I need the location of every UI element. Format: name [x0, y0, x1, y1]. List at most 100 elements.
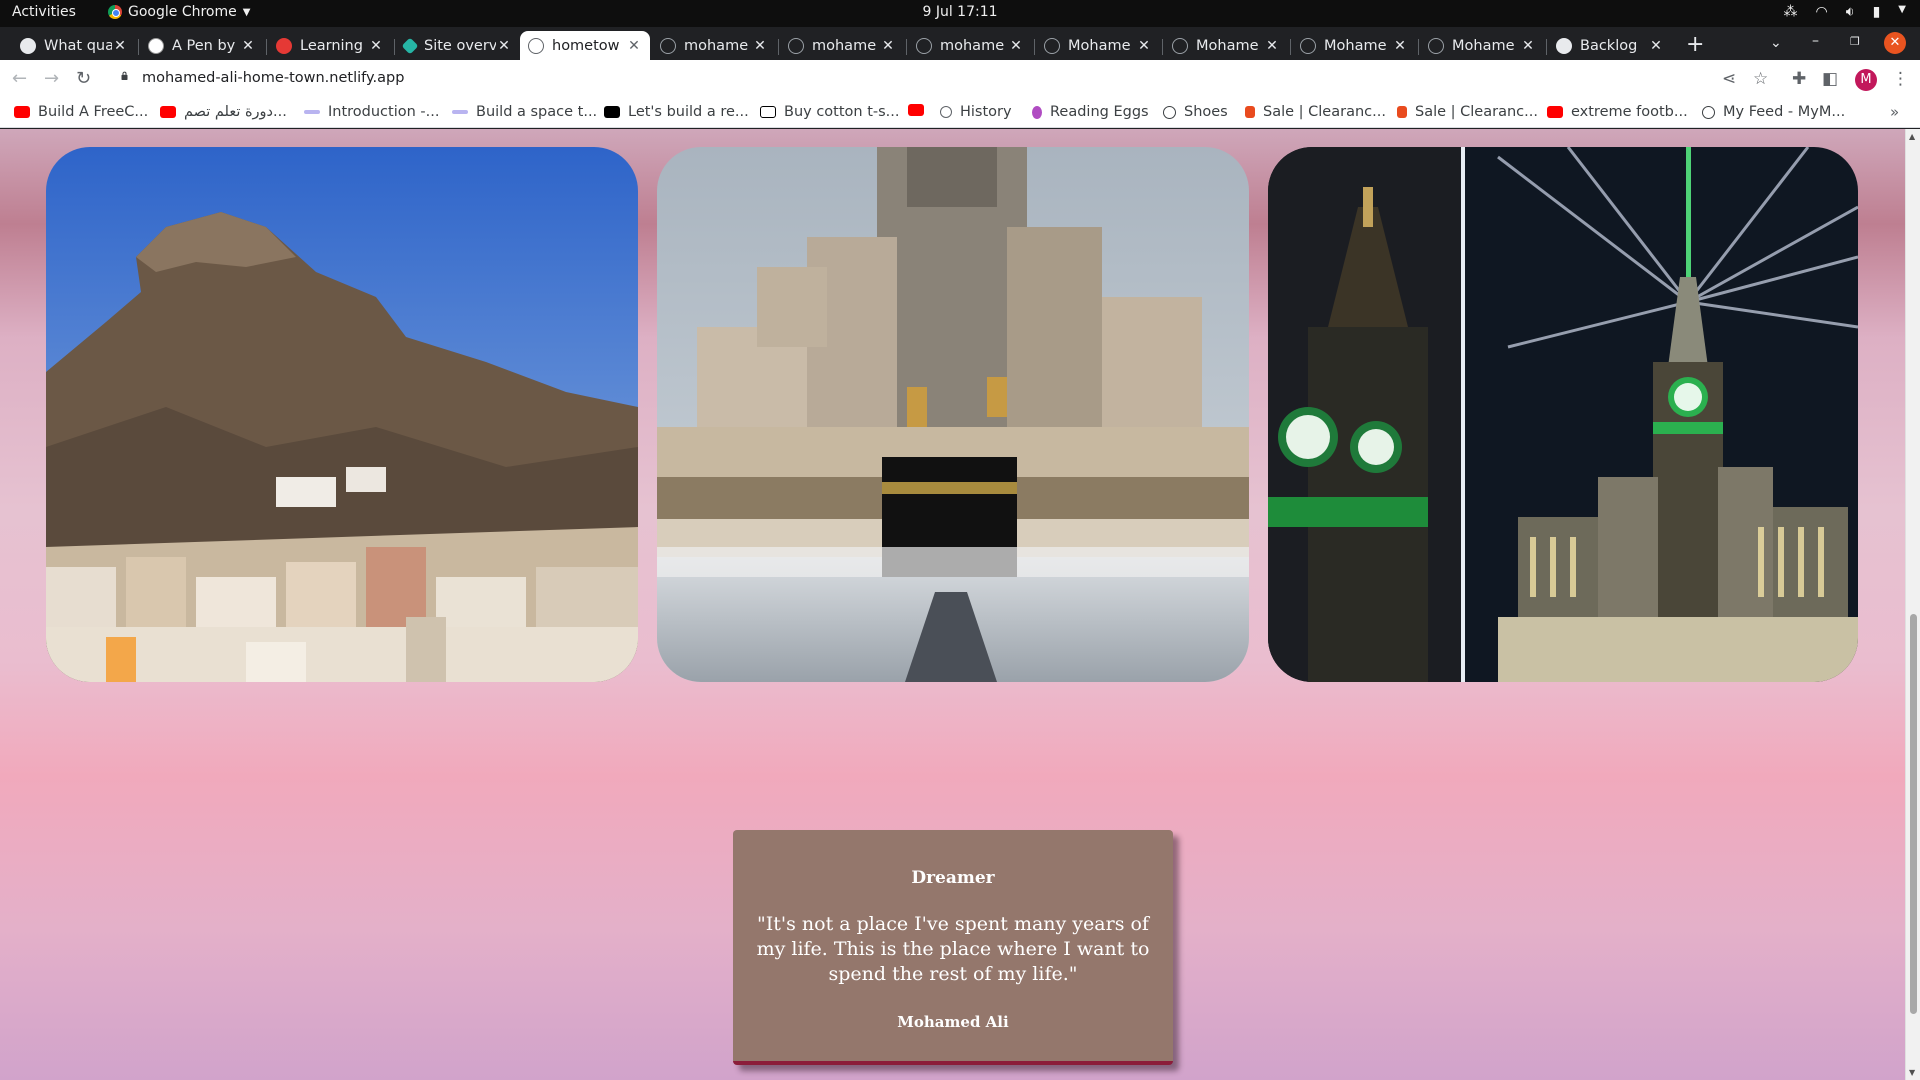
- tab-title: Mohame: [1196, 37, 1259, 54]
- globe-icon: [1702, 105, 1715, 119]
- bookmark-label: Reading Eggs: [1050, 104, 1149, 120]
- bookmark-item[interactable]: My Feed - MyM...: [1702, 104, 1845, 120]
- doc-icon: [304, 110, 320, 114]
- scroll-up-icon[interactable]: ▲: [1909, 132, 1915, 141]
- tab-close-icon[interactable]: ✕: [1008, 38, 1024, 54]
- kaaba-photo: [657, 147, 1249, 682]
- address-bar[interactable]: mohamed-ali-home-town.netlify.app: [112, 64, 1757, 94]
- minimize-icon[interactable]: –: [1812, 33, 1819, 49]
- bookmark-item[interactable]: Sale | Clearanc...: [1245, 104, 1386, 120]
- profile-avatar[interactable]: M: [1855, 69, 1877, 91]
- bookmark-item[interactable]: Buy cotton t-s...: [760, 104, 900, 120]
- app-menu[interactable]: Google Chrome ▼: [108, 4, 250, 20]
- tab-close-icon[interactable]: ✕: [1648, 38, 1664, 54]
- tab-close-icon[interactable]: ✕: [626, 38, 642, 54]
- bookmark-item[interactable]: Build A FreeC...: [14, 104, 148, 120]
- bookmark-label: Build A FreeC...: [38, 104, 149, 120]
- app-name: Google Chrome: [128, 4, 237, 20]
- youtube-icon: [14, 106, 30, 118]
- bookmark-item[interactable]: extreme footb...: [1547, 104, 1688, 120]
- battery-icon: ▮: [1872, 4, 1881, 20]
- bookmark-item[interactable]: Let's build a re...: [604, 104, 749, 120]
- globe-icon: [1172, 37, 1188, 54]
- browser-tab[interactable]: What qua ✕: [12, 31, 136, 60]
- tab-close-icon[interactable]: ✕: [1264, 38, 1280, 54]
- bookmark-label: Sale | Clearanc...: [1415, 104, 1538, 120]
- tab-title: A Pen by: [172, 37, 236, 54]
- bookmark-item[interactable]: Introduction -...: [304, 104, 439, 120]
- tab-close-icon[interactable]: ✕: [240, 38, 256, 54]
- volume-icon: 🔉︎: [1845, 4, 1855, 20]
- restore-icon[interactable]: ❐: [1850, 35, 1860, 48]
- bookmark-item[interactable]: Build a space t...: [452, 104, 597, 120]
- quote-heading: Dreamer: [911, 868, 995, 888]
- browser-tab[interactable]: Mohame ✕: [1420, 31, 1544, 60]
- tab-title: mohame: [684, 37, 749, 54]
- netlify-icon: [401, 37, 419, 54]
- globe-icon: [916, 37, 932, 54]
- tab-title: Learning: [300, 37, 363, 54]
- browser-tab[interactable]: hometow ✕: [520, 31, 650, 60]
- bookmark-label: Let's build a re...: [628, 104, 749, 120]
- browser-tab[interactable]: mohame ✕: [780, 31, 904, 60]
- system-tray[interactable]: ⁂ ◠ 🔉︎ ▮ ▼: [1784, 4, 1906, 20]
- share-icon[interactable]: ⋖: [1722, 69, 1736, 89]
- learning-icon: [276, 37, 292, 54]
- reload-icon[interactable]: ↻: [76, 68, 91, 89]
- tab-close-icon[interactable]: ✕: [112, 38, 128, 54]
- browser-tab[interactable]: Site overv ✕: [396, 31, 520, 60]
- browser-tab[interactable]: Backlog ✕: [1548, 31, 1672, 60]
- tab-separator: [138, 39, 139, 55]
- bookmark-item[interactable]: History: [940, 104, 1012, 120]
- browser-tab[interactable]: Learning ✕: [268, 31, 392, 60]
- lock-icon: [121, 71, 128, 80]
- tab-separator: [1162, 39, 1163, 55]
- back-icon[interactable]: ←: [12, 68, 27, 89]
- activities-button[interactable]: Activities: [12, 4, 76, 20]
- tab-title: Site overv: [424, 37, 496, 54]
- caret-down-icon: ▼: [242, 6, 251, 18]
- scrollbar-thumb[interactable]: [1910, 614, 1917, 1014]
- bookmark-item[interactable]: Sale | Clearanc...: [1397, 104, 1538, 120]
- more-bookmarks-icon[interactable]: »: [1890, 103, 1899, 121]
- codepen-icon: [148, 37, 164, 54]
- extensions-icon[interactable]: ✚: [1792, 69, 1806, 89]
- browser-tab[interactable]: mohame ✕: [908, 31, 1032, 60]
- page-scrollbar[interactable]: ▲ ▼: [1905, 129, 1920, 1080]
- bookmark-item[interactable]: [908, 104, 932, 116]
- browser-tab[interactable]: Mohame ✕: [1292, 31, 1416, 60]
- tab-close-icon[interactable]: ✕: [368, 38, 384, 54]
- bookmark-label: Build a space t...: [476, 104, 598, 120]
- browser-tab[interactable]: Mohame ✕: [1036, 31, 1160, 60]
- tab-close-icon[interactable]: ✕: [1136, 38, 1152, 54]
- bookmark-item[interactable]: Shoes: [1163, 104, 1228, 120]
- bookmark-label: دورة تعلم تصم...: [184, 104, 287, 120]
- menu-kebab-icon[interactable]: ⋮: [1892, 69, 1909, 89]
- youtube-icon: [1547, 106, 1563, 118]
- window-close-icon[interactable]: ✕: [1884, 32, 1906, 54]
- browser-tab[interactable]: Mohame ✕: [1164, 31, 1288, 60]
- tab-close-icon[interactable]: ✕: [880, 38, 896, 54]
- bookmark-label: Introduction -...: [328, 104, 440, 120]
- forward-icon[interactable]: →: [44, 68, 59, 89]
- browser-tab[interactable]: mohame ✕: [652, 31, 776, 60]
- page-viewport: Dreamer "It's not a place I've spent man…: [0, 129, 1905, 1080]
- bookmark-item[interactable]: دورة تعلم تصم...: [160, 104, 287, 120]
- browser-tab[interactable]: A Pen by ✕: [140, 31, 264, 60]
- bookmark-star-icon[interactable]: ☆: [1753, 69, 1768, 89]
- github-icon: [20, 37, 36, 54]
- scroll-down-icon[interactable]: ▼: [1909, 1068, 1915, 1077]
- new-tab-button[interactable]: +: [1686, 34, 1704, 56]
- clock[interactable]: 9 Jul 17:11: [0, 4, 1920, 20]
- egg-icon: [1032, 105, 1042, 119]
- tab-close-icon[interactable]: ✕: [752, 38, 768, 54]
- tab-search-icon[interactable]: ⌄: [1770, 35, 1782, 51]
- tab-title: Mohame: [1324, 37, 1387, 54]
- store-icon: [1245, 106, 1255, 118]
- tab-title: Mohame: [1068, 37, 1131, 54]
- side-panel-icon[interactable]: ◧: [1822, 69, 1838, 89]
- tab-close-icon[interactable]: ✕: [496, 38, 512, 54]
- bookmark-item[interactable]: Reading Eggs: [1032, 104, 1149, 120]
- tab-close-icon[interactable]: ✕: [1520, 38, 1536, 54]
- tab-close-icon[interactable]: ✕: [1392, 38, 1408, 54]
